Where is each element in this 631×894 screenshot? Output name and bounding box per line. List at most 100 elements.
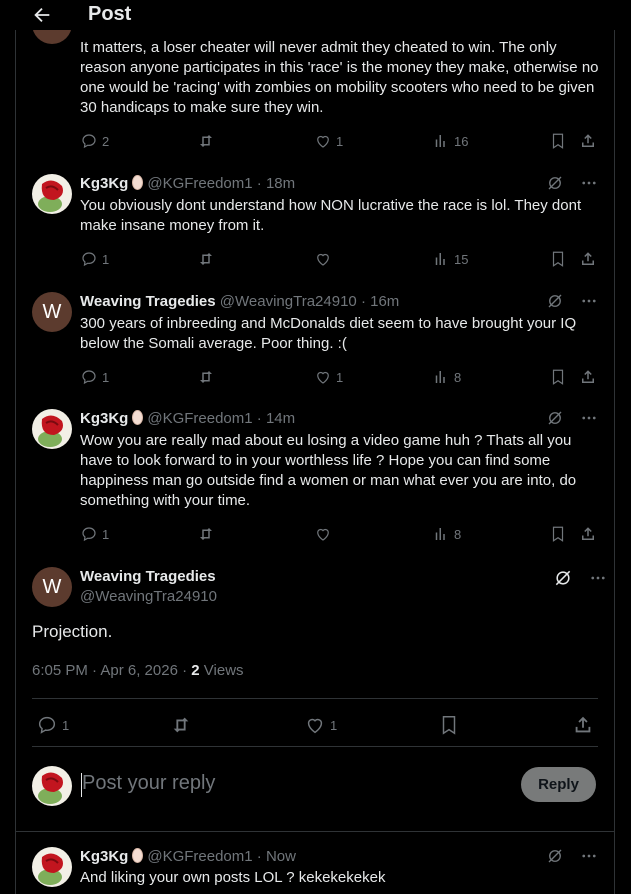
- like-button[interactable]: [314, 524, 332, 544]
- divider: [16, 831, 614, 832]
- share-button[interactable]: [579, 524, 597, 544]
- views-icon: [435, 528, 445, 540]
- views-button[interactable]: 8: [432, 367, 461, 387]
- repost-button[interactable]: [197, 249, 215, 269]
- back-arrow-icon[interactable]: [31, 4, 53, 26]
- display-name[interactable]: Kg3Kg: [80, 175, 128, 192]
- bookmark-button[interactable]: [549, 524, 567, 544]
- reply-button[interactable]: 2: [80, 131, 109, 151]
- post-actions: 1 15: [80, 249, 600, 269]
- egg-emoji: [132, 410, 144, 425]
- share-button[interactable]: [579, 131, 597, 151]
- bookmark-button[interactable]: [549, 249, 567, 269]
- grok-icon[interactable]: [553, 568, 573, 588]
- grok-icon[interactable]: [546, 409, 564, 427]
- bookmark-icon: [552, 133, 564, 149]
- avatar[interactable]: W: [32, 292, 72, 332]
- grok-icon[interactable]: [546, 174, 564, 192]
- main-post-username[interactable]: @WeavingTra24910: [80, 587, 217, 607]
- repost-button[interactable]: [170, 713, 192, 737]
- bookmark-button[interactable]: [549, 131, 567, 151]
- more-icon[interactable]: [580, 292, 598, 310]
- views-button[interactable]: 16: [432, 131, 468, 151]
- views-label: Views: [203, 662, 244, 679]
- reply-button[interactable]: 1: [80, 524, 109, 544]
- reply-icon: [82, 527, 96, 542]
- views-count: 2: [191, 662, 200, 679]
- post-actions: 1 8: [80, 524, 600, 544]
- main-post-time[interactable]: 6:05 PM · Apr 6, 2026 ·: [32, 662, 187, 679]
- main-post-avatar[interactable]: W: [32, 567, 72, 607]
- like-count: 1: [336, 133, 344, 149]
- like-icon: [307, 718, 323, 734]
- views-count: 15: [454, 251, 469, 267]
- grok-icon[interactable]: [546, 292, 564, 310]
- reply-button[interactable]: 1: [36, 713, 69, 737]
- main-post-menu: [553, 568, 607, 588]
- timestamp[interactable]: · 14m: [257, 410, 295, 427]
- more-icon[interactable]: [589, 569, 607, 587]
- repost-button[interactable]: [197, 131, 215, 151]
- views-icon: [435, 371, 445, 383]
- bookmark-button[interactable]: [438, 713, 460, 737]
- timestamp[interactable]: · Now: [257, 848, 296, 865]
- views-button[interactable]: 15: [432, 249, 468, 269]
- share-button[interactable]: [572, 713, 594, 737]
- share-button[interactable]: [579, 367, 597, 387]
- post-menu: [546, 847, 598, 865]
- repost-icon: [200, 528, 212, 540]
- bookmark-icon: [552, 251, 564, 267]
- reply-button[interactable]: 1: [80, 249, 109, 269]
- grok-icon[interactable]: [546, 847, 564, 865]
- repost-icon: [200, 135, 212, 147]
- avatar[interactable]: [32, 174, 72, 214]
- reply-submit-button[interactable]: Reply: [521, 767, 596, 802]
- username[interactable]: @KGFreedom1: [147, 848, 252, 865]
- reply-count: 1: [102, 369, 110, 385]
- post-header: Kg3Kg @KGFreedom1 · 14m: [80, 409, 295, 429]
- repost-button[interactable]: [197, 524, 215, 544]
- more-icon[interactable]: [580, 847, 598, 865]
- display-name[interactable]: Kg3Kg: [80, 410, 128, 427]
- reply-input[interactable]: Post your reply: [82, 772, 215, 795]
- username[interactable]: @KGFreedom1: [147, 175, 252, 192]
- divider: [32, 746, 598, 747]
- avatar[interactable]: [32, 847, 72, 887]
- username[interactable]: @WeavingTra24910: [220, 293, 357, 310]
- post-text: And liking your own posts LOL ? kekekeke…: [80, 869, 386, 886]
- views-button[interactable]: 8: [432, 524, 461, 544]
- avatar[interactable]: [32, 409, 72, 449]
- like-button[interactable]: [314, 249, 332, 269]
- views-count: 16: [454, 133, 469, 149]
- main-post-display-name[interactable]: Weaving Tragedies: [80, 567, 216, 587]
- post-header: Kg3Kg @KGFreedom1 · 18m: [80, 174, 295, 194]
- post-menu: [546, 409, 598, 427]
- repost-icon: [200, 253, 212, 265]
- like-button[interactable]: 1: [314, 367, 343, 387]
- display-name[interactable]: Weaving Tragedies: [80, 293, 216, 310]
- username[interactable]: @KGFreedom1: [147, 410, 252, 427]
- reply-icon: [82, 134, 96, 149]
- more-icon[interactable]: [580, 174, 598, 192]
- like-button[interactable]: 1: [314, 131, 343, 151]
- post-text: Wow you are really mad about eu losing a…: [80, 432, 577, 509]
- post-text: You obviously dont understand how NON lu…: [80, 197, 582, 234]
- reply-button[interactable]: 1: [80, 367, 109, 387]
- more-icon[interactable]: [580, 409, 598, 427]
- reply-count: 1: [102, 251, 110, 267]
- share-button[interactable]: [579, 249, 597, 269]
- share-icon: [582, 134, 594, 147]
- post-header: Weaving Tragedies @WeavingTra24910 · 16m: [80, 292, 399, 312]
- repost-button[interactable]: [197, 367, 215, 387]
- bookmark-button[interactable]: [549, 367, 567, 387]
- timestamp[interactable]: · 16m: [361, 293, 399, 310]
- like-count: 1: [336, 369, 344, 385]
- post-actions: 2 1 16: [80, 131, 600, 151]
- views-count: 8: [454, 526, 462, 542]
- timestamp[interactable]: · 18m: [257, 175, 295, 192]
- composer-avatar[interactable]: [32, 766, 72, 806]
- like-button[interactable]: 1: [304, 713, 337, 737]
- post-header: Kg3Kg @KGFreedom1 · Now: [80, 847, 296, 867]
- post-text: 300 years of inbreeding and McDonalds di…: [80, 315, 577, 352]
- display-name[interactable]: Kg3Kg: [80, 848, 128, 865]
